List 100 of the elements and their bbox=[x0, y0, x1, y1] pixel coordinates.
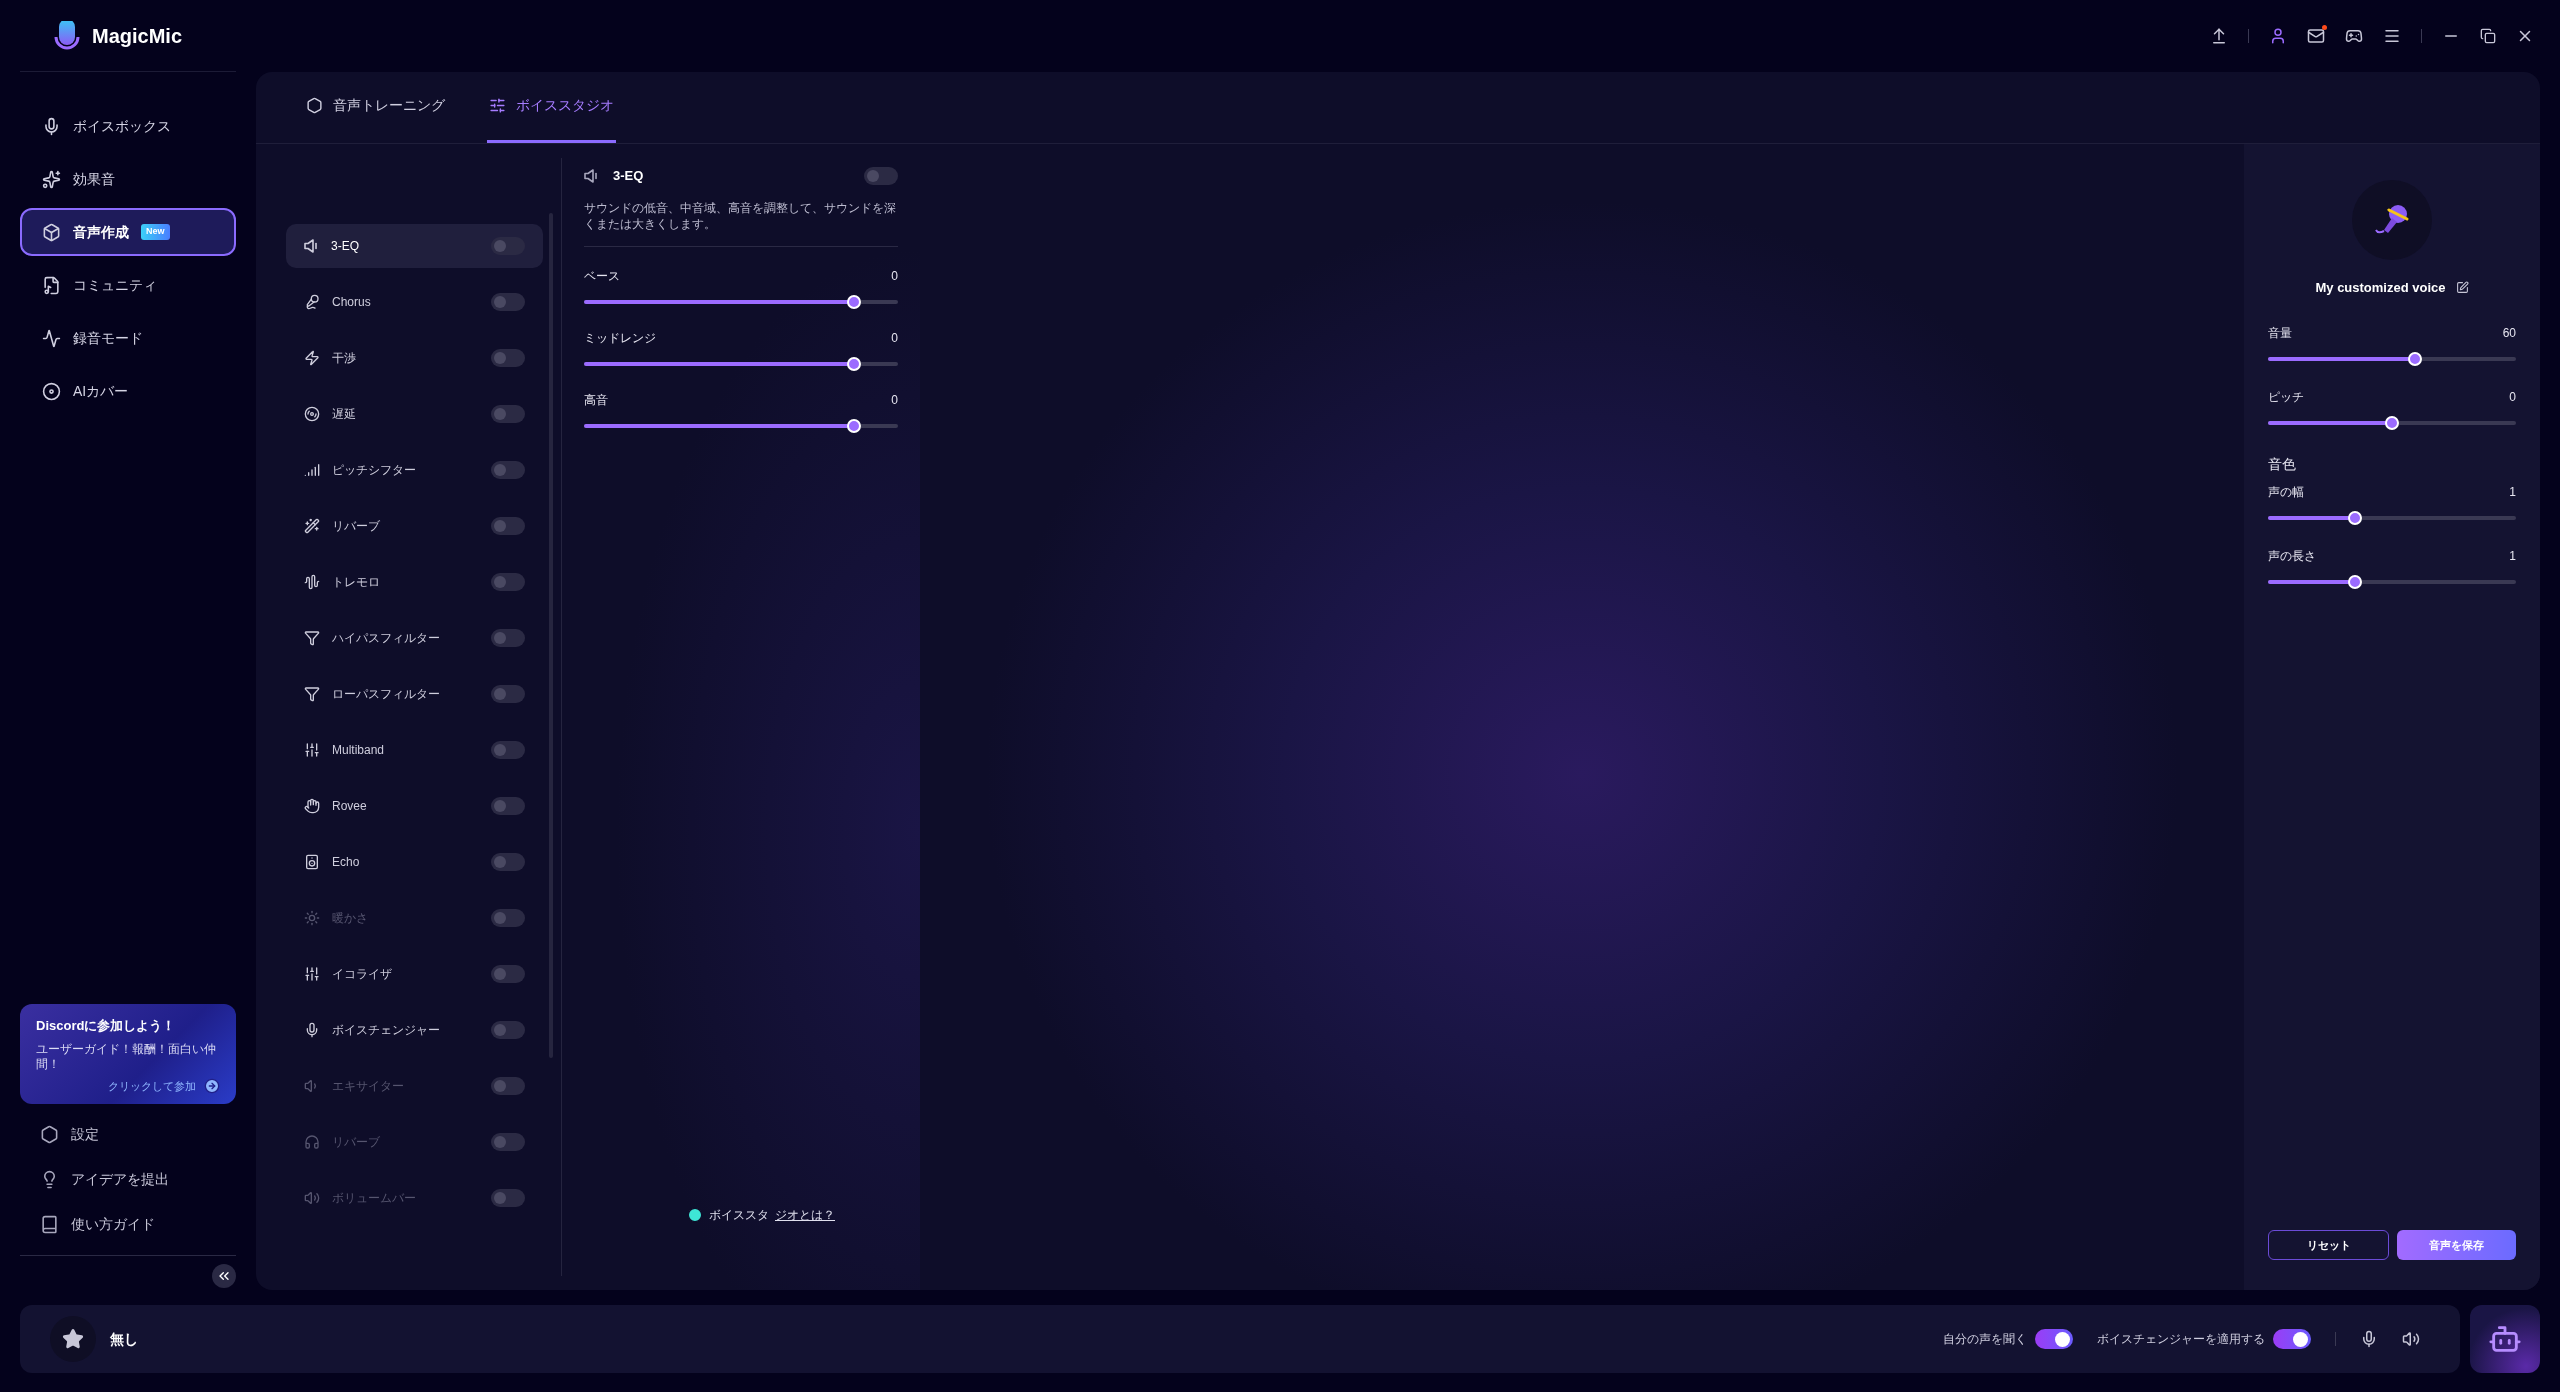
nav-item[interactable]: AIカバー bbox=[20, 367, 236, 415]
toggle-switch[interactable] bbox=[491, 517, 525, 535]
effect-item[interactable]: Multiband bbox=[286, 728, 543, 772]
sliders-icon bbox=[489, 97, 506, 114]
footer-item[interactable]: 使い方ガイド bbox=[20, 1202, 236, 1247]
effect-item[interactable]: ピッチシフター bbox=[286, 448, 543, 492]
toggle-switch[interactable] bbox=[491, 685, 525, 703]
effect-item[interactable]: リバーブ bbox=[286, 504, 543, 548]
effect-label: ピッチシフター bbox=[332, 462, 417, 479]
gamepad-icon[interactable] bbox=[2345, 27, 2363, 45]
slider-track[interactable] bbox=[2268, 574, 2516, 589]
slider-label: 高音 bbox=[584, 391, 608, 409]
effect-label: リバーブ bbox=[332, 1134, 381, 1151]
current-effect: 無し bbox=[110, 1329, 139, 1349]
nav-item[interactable]: 録音モード bbox=[20, 314, 236, 362]
effect-item[interactable]: ローパスフィルター bbox=[286, 672, 543, 716]
slider-thumb[interactable] bbox=[2385, 415, 2399, 430]
effect-item[interactable]: イコライザ bbox=[286, 952, 543, 996]
toggle-switch[interactable] bbox=[491, 1021, 525, 1039]
toggle-switch[interactable] bbox=[491, 293, 525, 311]
edit-icon[interactable] bbox=[2455, 281, 2469, 295]
toggle-switch[interactable] bbox=[864, 166, 898, 185]
user-icon[interactable] bbox=[2269, 27, 2287, 45]
slider-label: ピッチ bbox=[2268, 388, 2304, 406]
toggle-switch[interactable] bbox=[2035, 1329, 2073, 1349]
speaker-icon bbox=[584, 168, 599, 183]
effect-item[interactable]: ハイパスフィルター bbox=[286, 616, 543, 660]
effect-item[interactable]: Rovee bbox=[286, 784, 543, 828]
card-text: ユーザーガイド！報酬！面白い仲間！ bbox=[36, 1041, 217, 1072]
toggle-switch[interactable] bbox=[491, 629, 525, 647]
effect-item[interactable]: 遅延 bbox=[286, 392, 543, 436]
book-icon bbox=[40, 1215, 59, 1234]
sliders-icon bbox=[304, 966, 320, 982]
slider-label: 声の幅 bbox=[2268, 483, 2304, 501]
collapse-button[interactable] bbox=[212, 1264, 236, 1288]
effect-description: サウンドの低音、中音域、高音を調整して、サウンドを深くまたは大きくします。 bbox=[584, 199, 897, 232]
footer-item[interactable]: 設定 bbox=[20, 1112, 236, 1157]
nav-item[interactable]: ボイスボックス bbox=[20, 102, 236, 150]
effect-item[interactable]: ボイスチェンジャー bbox=[286, 1008, 543, 1052]
slider-track[interactable] bbox=[2268, 510, 2516, 525]
slider-thumb[interactable] bbox=[846, 294, 861, 309]
discord-card[interactable]: Discordに参加しよう！ ユーザーガイド！報酬！面白い仲間！ クリックして参加 bbox=[20, 1004, 236, 1104]
nav-item[interactable]: コミュニティ bbox=[20, 261, 236, 309]
speaker-box-icon bbox=[304, 854, 320, 870]
slider-track[interactable] bbox=[2268, 415, 2516, 430]
headphones-icon bbox=[304, 1134, 320, 1150]
toggle-switch[interactable] bbox=[491, 349, 525, 367]
microphone-icon bbox=[304, 294, 320, 310]
toggle-switch[interactable] bbox=[491, 853, 525, 871]
effect-item[interactable]: Echo bbox=[286, 840, 543, 884]
slider-value: 60 bbox=[2502, 324, 2516, 342]
slider-label: 声の長さ bbox=[2268, 547, 2316, 565]
save-button[interactable]: 音声を保存 bbox=[2397, 1230, 2516, 1260]
effect-label: ボイスチェンジャー bbox=[332, 1022, 441, 1039]
slider-value: 0 bbox=[891, 267, 898, 285]
toggle-switch[interactable] bbox=[491, 797, 525, 815]
speaker-icon[interactable] bbox=[2402, 1330, 2420, 1348]
menu-icon[interactable] bbox=[2383, 27, 2401, 45]
footer-item[interactable]: アイデアを提出 bbox=[20, 1157, 236, 1202]
effect-item[interactable]: 3-EQ bbox=[286, 224, 543, 268]
sparkle-icon bbox=[42, 169, 61, 189]
slider-track[interactable] bbox=[584, 356, 898, 371]
help-link[interactable]: ジオとは？ bbox=[775, 1206, 835, 1224]
effect-label: リバーブ bbox=[332, 518, 381, 535]
join-link[interactable]: クリックして参加 bbox=[108, 1077, 196, 1094]
effect-item[interactable]: トレモロ bbox=[286, 560, 543, 604]
effect-label: 3-EQ bbox=[331, 238, 360, 255]
upload-icon[interactable] bbox=[2210, 27, 2228, 45]
slider-thumb[interactable] bbox=[846, 356, 861, 371]
reset-button[interactable]: リセット bbox=[2268, 1230, 2389, 1260]
tab[interactable]: 音声トレーニング bbox=[304, 72, 447, 143]
effect-title: 3-EQ bbox=[613, 167, 645, 185]
slider-track[interactable] bbox=[2268, 351, 2516, 366]
slider-thumb[interactable] bbox=[846, 418, 861, 433]
toggle-switch[interactable] bbox=[2273, 1329, 2311, 1349]
slider-thumb[interactable] bbox=[2348, 510, 2363, 525]
speaker-icon bbox=[304, 239, 319, 253]
effect-label: ローパスフィルター bbox=[332, 686, 441, 703]
microphone-icon[interactable] bbox=[2360, 1330, 2378, 1348]
slider-track[interactable] bbox=[584, 294, 898, 309]
slider-thumb[interactable] bbox=[2348, 574, 2363, 589]
toggle-switch[interactable] bbox=[491, 741, 525, 759]
nav-label: コミュニティ bbox=[73, 275, 157, 295]
nav-item[interactable]: 音声作成 New bbox=[20, 208, 236, 256]
toggle-switch[interactable] bbox=[491, 965, 525, 983]
toggle-switch[interactable] bbox=[491, 237, 525, 255]
slider-track[interactable] bbox=[584, 418, 898, 433]
toggle-switch[interactable] bbox=[491, 405, 525, 423]
nav-item[interactable]: 効果音 bbox=[20, 155, 236, 203]
app-name: MagicMic bbox=[92, 23, 183, 49]
sliders-icon bbox=[304, 742, 320, 758]
ai-assistant-button[interactable] bbox=[2470, 1305, 2540, 1373]
toggle-switch[interactable] bbox=[491, 573, 525, 591]
effect-item[interactable]: 干渉 bbox=[286, 336, 543, 380]
restore-icon[interactable] bbox=[2480, 28, 2496, 44]
slider-thumb[interactable] bbox=[2408, 351, 2423, 366]
toggle-switch[interactable] bbox=[491, 461, 525, 479]
bars-icon bbox=[304, 462, 320, 478]
mail-button[interactable] bbox=[2307, 27, 2325, 45]
effect-item[interactable]: Chorus bbox=[286, 280, 543, 324]
